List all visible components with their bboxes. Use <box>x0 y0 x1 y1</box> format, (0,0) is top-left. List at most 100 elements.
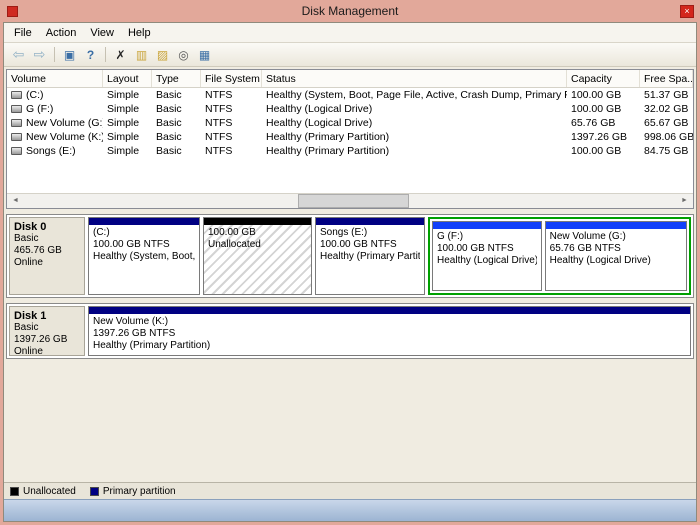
partition-new-volume-g[interactable]: New Volume (G:) 65.76 GB NTFS Healthy (L… <box>545 221 687 291</box>
partition-new-volume-k[interactable]: New Volume (K:) 1397.26 GB NTFS Healthy … <box>88 306 691 356</box>
cell-type: Basic <box>152 88 201 102</box>
cell-capacity: 1397.26 GB <box>567 130 640 144</box>
cell-free-space: 65.67 GB <box>640 116 693 130</box>
disk-0-row: Disk 0 Basic 465.76 GB Online (C:) 100.0… <box>6 214 694 298</box>
cell-file-system: NTFS <box>201 102 262 116</box>
cell-type: Basic <box>152 102 201 116</box>
volume-name: Songs (E:) <box>26 145 76 157</box>
title-bar[interactable]: Disk Management × <box>0 0 700 22</box>
menu-action[interactable]: Action <box>39 24 84 42</box>
disk-1-row: Disk 1 Basic 1397.26 GB Online New Volum… <box>6 303 694 359</box>
menu-help[interactable]: Help <box>121 24 158 42</box>
properties-icon[interactable]: ▦ <box>195 45 214 64</box>
menu-file[interactable]: File <box>7 24 39 42</box>
unallocated-swatch-icon <box>10 487 19 496</box>
help-icon[interactable]: ? <box>81 45 100 64</box>
legend-label: Primary partition <box>103 486 176 497</box>
partition-status: Healthy (Logical Drive) <box>437 255 537 267</box>
volume-row-k[interactable]: New Volume (K:) Simple Basic NTFS Health… <box>7 130 693 144</box>
cell-file-system: NTFS <box>201 88 262 102</box>
drive-icon <box>11 105 22 113</box>
volume-list-header: Volume Layout Type File System Status Ca… <box>7 70 693 88</box>
partition-title: G (F:) <box>437 231 537 243</box>
zoom-icon[interactable]: ◎ <box>174 45 193 64</box>
partition-size: 1397.26 GB NTFS <box>93 328 686 340</box>
cell-status: Healthy (System, Boot, Page File, Active… <box>262 88 567 102</box>
partition-size: 65.76 GB NTFS <box>550 243 682 255</box>
col-capacity[interactable]: Capacity <box>567 70 640 87</box>
console-tree-icon[interactable]: ▣ <box>60 45 79 64</box>
cell-layout: Simple <box>103 88 152 102</box>
volume-list: Volume Layout Type File System Status Ca… <box>6 69 694 209</box>
col-type[interactable]: Type <box>152 70 201 87</box>
disk-0-partitions: (C:) 100.00 GB NTFS Healthy (System, Boo… <box>88 217 691 295</box>
partition-status: Unallocated <box>208 239 307 251</box>
drive-icon <box>11 91 22 99</box>
scrollbar-thumb[interactable] <box>298 194 409 208</box>
graphical-view-empty-area <box>6 364 694 482</box>
disk-status: Online <box>14 346 80 358</box>
forward-icon[interactable]: ⇨ <box>30 45 49 64</box>
volume-row-c[interactable]: (C:) Simple Basic NTFS Healthy (System, … <box>7 88 693 102</box>
disk-type: Basic <box>14 233 80 245</box>
partition-unallocated[interactable]: 100.00 GB Unallocated <box>203 217 312 295</box>
cell-capacity: 100.00 GB <box>567 88 640 102</box>
cell-type: Basic <box>152 130 201 144</box>
disk-0-header[interactable]: Disk 0 Basic 465.76 GB Online <box>9 217 85 295</box>
volume-row-g[interactable]: New Volume (G:) Simple Basic NTFS Health… <box>7 116 693 130</box>
cell-free-space: 998.06 GB <box>640 130 693 144</box>
scroll-right-icon[interactable]: ► <box>676 194 693 208</box>
scrollbar-track[interactable] <box>24 194 676 208</box>
back-icon[interactable]: ⇦ <box>9 45 28 64</box>
disk-label: Disk 0 <box>14 221 80 233</box>
partition-title: New Volume (K:) <box>93 316 686 328</box>
disk-management-window: Disk Management × File Action View Help … <box>0 0 700 525</box>
partition-songs-e[interactable]: Songs (E:) 100.00 GB NTFS Healthy (Prima… <box>315 217 425 295</box>
disk-type: Basic <box>14 322 80 334</box>
partition-status: Healthy (Primary Partition) <box>320 251 420 263</box>
cell-file-system: NTFS <box>201 130 262 144</box>
drive-icon <box>11 119 22 127</box>
toolbar-separator <box>105 47 106 62</box>
partition-c[interactable]: (C:) 100.00 GB NTFS Healthy (System, Boo… <box>88 217 200 295</box>
primary-partition-swatch-icon <box>90 487 99 496</box>
partition-title: New Volume (G:) <box>550 231 682 243</box>
col-layout[interactable]: Layout <box>103 70 152 87</box>
menu-view[interactable]: View <box>83 24 121 42</box>
cell-file-system: NTFS <box>201 116 262 130</box>
disk-size: 465.76 GB <box>14 245 80 257</box>
window-title: Disk Management <box>0 4 700 18</box>
open-folder-icon[interactable]: ▨ <box>153 45 172 64</box>
cell-status: Healthy (Logical Drive) <box>262 102 567 116</box>
toolbar: ⇦ ⇨ ▣ ? ✗ ▥ ▨ ◎ ▦ <box>4 43 696 67</box>
cell-status: Healthy (Primary Partition) <box>262 130 567 144</box>
cell-layout: Simple <box>103 102 152 116</box>
primary-partition-strip <box>316 218 424 225</box>
volume-row-e[interactable]: Songs (E:) Simple Basic NTFS Healthy (Pr… <box>7 144 693 158</box>
col-free-space[interactable]: Free Spa... <box>640 70 693 87</box>
cell-layout: Simple <box>103 144 152 158</box>
horizontal-scrollbar[interactable]: ◄ ► <box>7 193 693 208</box>
volume-name: New Volume (G:) <box>26 117 103 129</box>
cell-type: Basic <box>152 116 201 130</box>
col-status[interactable]: Status <box>262 70 567 87</box>
legend-unallocated: Unallocated <box>10 486 76 497</box>
cell-capacity: 100.00 GB <box>567 144 640 158</box>
disk-1-header[interactable]: Disk 1 Basic 1397.26 GB Online <box>9 306 85 356</box>
scroll-left-icon[interactable]: ◄ <box>7 194 24 208</box>
delete-volume-icon[interactable]: ✗ <box>111 45 130 64</box>
volume-row-f[interactable]: G (F:) Simple Basic NTFS Healthy (Logica… <box>7 102 693 116</box>
disk-status: Online <box>14 257 80 269</box>
partition-size: 100.00 GB NTFS <box>93 239 195 251</box>
disk-label: Disk 1 <box>14 310 80 322</box>
partition-status: Healthy (System, Boot, Pag <box>93 251 195 263</box>
cell-layout: Simple <box>103 116 152 130</box>
col-volume[interactable]: Volume <box>7 70 103 87</box>
folder-icon[interactable]: ▥ <box>132 45 151 64</box>
col-file-system[interactable]: File System <box>201 70 262 87</box>
partition-g-f[interactable]: G (F:) 100.00 GB NTFS Healthy (Logical D… <box>432 221 542 291</box>
volume-name: G (F:) <box>26 103 53 115</box>
partition-status: Healthy (Primary Partition) <box>93 340 686 352</box>
legend-label: Unallocated <box>23 486 76 497</box>
volume-name: New Volume (K:) <box>26 131 103 143</box>
